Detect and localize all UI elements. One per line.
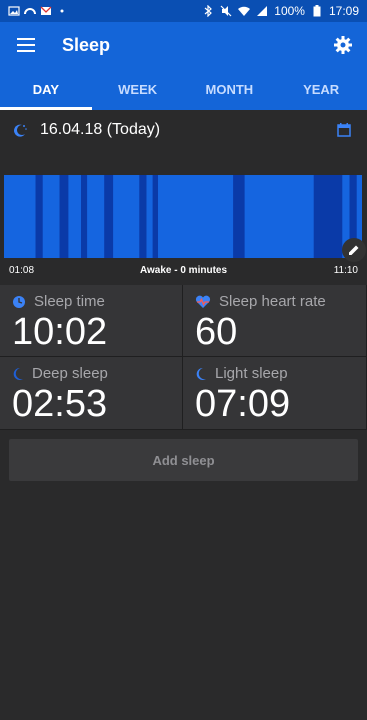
battery-percent: 100% <box>274 4 305 18</box>
heart-rate-label: Sleep heart rate <box>219 293 326 310</box>
mute-icon <box>220 5 232 17</box>
heart-rate-icon <box>195 295 211 308</box>
moon-stars-icon <box>12 121 30 139</box>
calendar-icon <box>337 123 351 137</box>
gallery-icon <box>8 5 20 17</box>
pencil-icon <box>349 245 359 255</box>
dot-icon <box>56 5 68 17</box>
timeline-labels: 01:08 Awake - 0 minutes 11:10 <box>0 262 367 280</box>
notification-icons <box>8 5 68 17</box>
sleep-time-label: Sleep time <box>34 293 105 310</box>
sleep-timeline-graph <box>4 175 362 258</box>
period-tabs: DAY WEEK MONTH YEAR <box>0 68 367 110</box>
awake-summary: Awake - 0 minutes <box>139 265 228 276</box>
deep-sleep-segment <box>313 175 343 258</box>
date-label: 16.04.18 (Today) <box>40 121 161 138</box>
hamburger-icon <box>17 38 35 52</box>
light-sleep-card: Light sleep 07:09 <box>183 357 367 430</box>
settings-button[interactable] <box>331 33 355 57</box>
fitness-icon <box>24 5 36 17</box>
bluetooth-icon <box>202 5 214 17</box>
date-header: 16.04.18 (Today) <box>0 110 367 150</box>
deep-sleep-segment <box>152 175 158 258</box>
add-sleep-button[interactable]: Add sleep <box>9 439 358 481</box>
status-time: 17:09 <box>328 4 359 18</box>
light-sleep-value: 07:09 <box>195 383 291 425</box>
battery-icon <box>311 5 323 17</box>
deep-sleep-segment <box>59 175 69 258</box>
light-sleep-label: Light sleep <box>215 365 288 382</box>
tab-year[interactable]: YEAR <box>275 68 367 110</box>
deep-sleep-value: 02:53 <box>12 383 108 425</box>
stats-grid: Sleep time 10:02 Sleep heart rate 60 Dee… <box>0 285 367 430</box>
deep-sleep-segment <box>81 175 88 258</box>
sleep-time-card: Sleep time 10:02 <box>0 285 183 357</box>
light-sleep-area <box>4 175 362 258</box>
deep-sleep-segment <box>104 175 114 258</box>
deep-sleep-segment <box>139 175 147 258</box>
moon-outline-icon <box>196 367 206 380</box>
calendar-button[interactable] <box>337 121 355 139</box>
signal-icon <box>256 5 268 17</box>
gmail-icon <box>40 5 52 17</box>
gear-icon <box>334 36 352 54</box>
edit-button[interactable] <box>342 238 366 262</box>
page-title: Sleep <box>62 34 111 55</box>
menu-button[interactable] <box>14 33 38 57</box>
moon-icon <box>13 367 23 380</box>
deep-sleep-card: Deep sleep 02:53 <box>0 357 183 430</box>
status-bar: 100% 17:09 <box>0 0 367 22</box>
app-bar: Sleep <box>0 22 367 68</box>
deep-sleep-label: Deep sleep <box>32 365 108 382</box>
heart-rate-value: 60 <box>195 311 238 353</box>
wifi-icon <box>238 5 251 17</box>
tab-month[interactable]: MONTH <box>184 68 276 110</box>
sleep-time-value: 10:02 <box>12 311 108 353</box>
tab-week[interactable]: WEEK <box>92 68 184 110</box>
timeline-end: 11:10 <box>333 265 358 276</box>
tab-day[interactable]: DAY <box>0 68 92 110</box>
deep-sleep-segment <box>35 175 43 258</box>
deep-sleep-segment <box>233 175 245 258</box>
heart-rate-card: Sleep heart rate 60 <box>183 285 367 357</box>
clock-icon <box>13 295 25 308</box>
